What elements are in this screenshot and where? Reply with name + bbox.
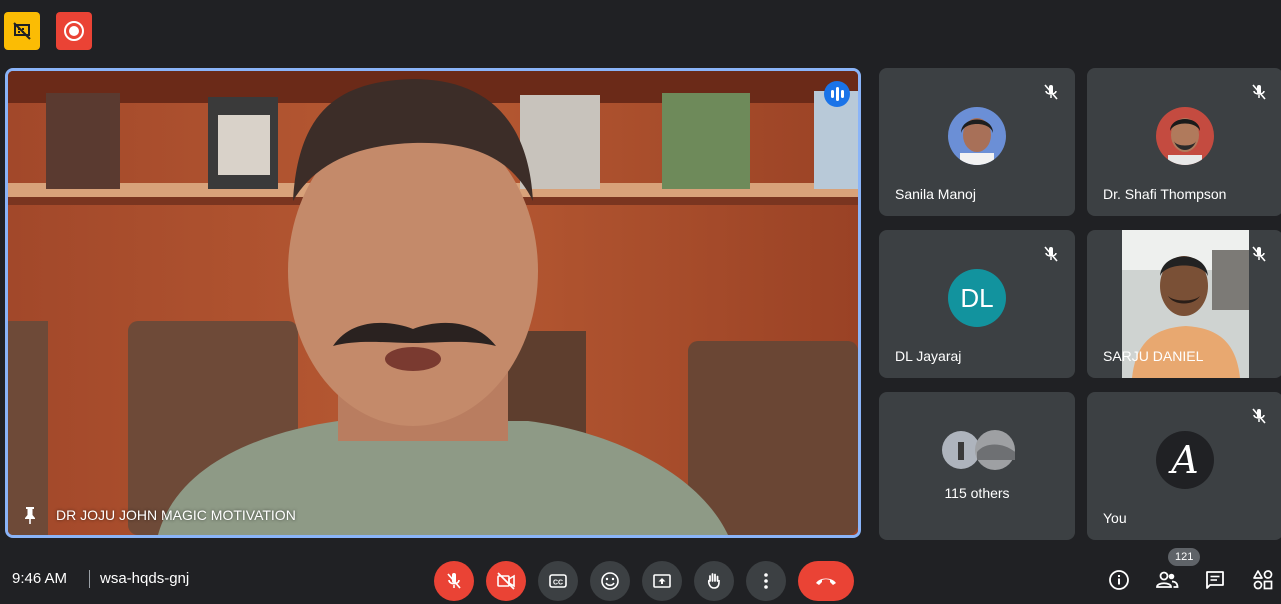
mic-off-icon (1252, 408, 1266, 424)
presenter-name: DR JOJU JOHN MAGIC MOTIVATION (56, 507, 296, 523)
end-call-button[interactable] (798, 561, 854, 601)
camera-toggle-button[interactable] (486, 561, 526, 601)
participant-tile[interactable]: SARJU DANIEL (1087, 230, 1281, 378)
others-avatars (942, 430, 1015, 470)
divider (89, 570, 90, 588)
camera-off-icon (497, 572, 515, 590)
participant-name: DL Jayaraj (895, 348, 962, 364)
participant-name: You (1103, 510, 1127, 526)
avatar: DL (948, 269, 1006, 327)
mic-off-icon (1044, 246, 1058, 262)
record-icon (64, 21, 84, 41)
more-options-button[interactable] (746, 561, 786, 601)
presentation-off-icon (13, 22, 31, 40)
meeting-info-button[interactable] (1105, 566, 1133, 594)
people-icon (1156, 571, 1179, 588)
present-icon (653, 574, 671, 588)
avatar (948, 107, 1006, 165)
present-now-button[interactable] (642, 561, 682, 601)
emoji-icon (601, 572, 619, 590)
avatar (1156, 107, 1214, 165)
presenter-video-tile[interactable]: DR JOJU JOHN MAGIC MOTIVATION (5, 68, 861, 538)
people-button[interactable] (1153, 566, 1181, 594)
svg-text:CC: CC (553, 580, 563, 587)
others-count: 115 others (944, 485, 1010, 501)
activities-button[interactable] (1249, 566, 1277, 594)
mic-off-icon (1252, 246, 1266, 262)
end-call-icon (816, 578, 836, 585)
speaking-indicator-icon (824, 81, 850, 107)
info-icon (1109, 570, 1129, 590)
chat-button[interactable] (1201, 566, 1229, 594)
pin-icon[interactable] (20, 505, 40, 525)
others-tile[interactable]: 115 others (879, 392, 1075, 540)
participant-tile[interactable]: Sanila Manoj (879, 68, 1075, 216)
raise-hand-icon (707, 573, 720, 589)
meeting-code: wsa-hqds-gnj (100, 570, 190, 587)
participant-name: Sanila Manoj (895, 186, 976, 202)
participant-tile[interactable]: DL DL Jayaraj (879, 230, 1075, 378)
raise-hand-button[interactable] (694, 561, 734, 601)
participant-name: SARJU DANIEL (1103, 348, 1204, 364)
presenter-video (8, 71, 858, 535)
chat-icon (1206, 571, 1224, 589)
participant-tile-self[interactable]: A You (1087, 392, 1281, 540)
captions-icon: CC (549, 574, 567, 588)
mic-off-icon (1252, 84, 1266, 100)
people-count-badge: 121 (1168, 548, 1201, 566)
mic-toggle-button[interactable] (434, 561, 474, 601)
participant-name: Dr. Shafi Thompson (1103, 186, 1227, 202)
mic-off-icon (447, 573, 461, 589)
more-options-icon (764, 573, 768, 589)
participant-tile[interactable]: Dr. Shafi Thompson (1087, 68, 1281, 216)
meeting-time: 9:46 AM (12, 570, 68, 587)
activities-icon (1253, 570, 1273, 590)
reactions-button[interactable] (590, 561, 630, 601)
mic-off-icon (1044, 84, 1058, 100)
captions-button[interactable]: CC (538, 561, 578, 601)
avatar: A (1156, 431, 1214, 489)
recording-indicator[interactable] (56, 12, 92, 50)
presentation-off-indicator[interactable] (4, 12, 40, 50)
